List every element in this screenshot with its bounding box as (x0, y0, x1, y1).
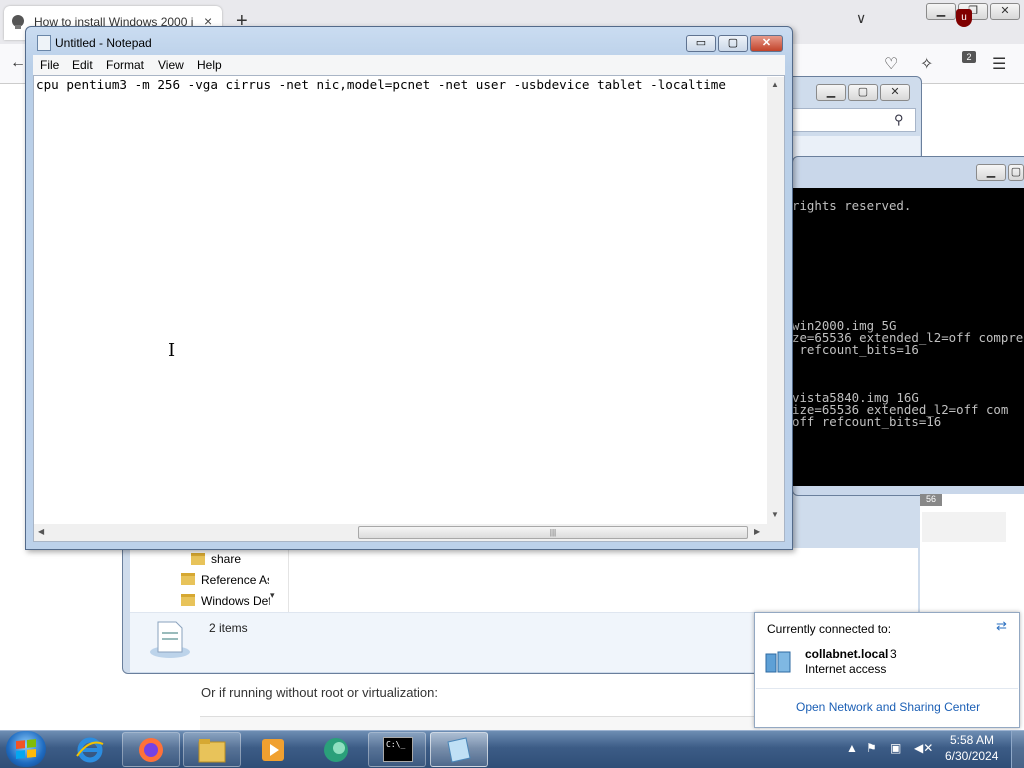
explorer-close-button[interactable]: ✕ (880, 84, 910, 101)
list-all-tabs-button[interactable]: ∨ (856, 10, 866, 27)
clock-date[interactable]: 6/30/2024 (945, 749, 998, 763)
command-prompt-icon: C:\_ (383, 737, 413, 762)
menu-edit[interactable]: Edit (72, 58, 93, 72)
page-tag: 56 (920, 494, 942, 506)
windows-logo-icon (16, 738, 36, 760)
page-paragraph: Or if running without root or virtualiza… (201, 685, 438, 700)
connection-header: Currently connected to: (767, 622, 892, 636)
scrollbar-corner (767, 524, 784, 541)
network-name: collabnet.local (805, 647, 889, 661)
notepad-icon (447, 737, 471, 763)
console-output: rights reserved. win2000.img 5G ze=65536… (792, 188, 1024, 486)
network-tray-icon[interactable]: ▣ (890, 741, 901, 755)
folder-icon (181, 594, 195, 606)
editor-text[interactable]: cpu pentium3 -m 256 -vga cirrus -net nic… (36, 77, 764, 92)
folder-icon (181, 573, 195, 585)
back-arrow-icon[interactable]: ← (10, 54, 26, 72)
pocket-icon[interactable]: ♡ (884, 54, 898, 74)
media-player-icon (262, 739, 284, 761)
internet-explorer-icon (76, 737, 104, 763)
explorer-content-pane (288, 548, 918, 612)
menu-help[interactable]: Help (197, 58, 222, 72)
menu-file[interactable]: File (40, 58, 59, 72)
scroll-left-icon[interactable]: ◀ (38, 527, 44, 536)
console-minimize-button[interactable]: ▁ (976, 164, 1006, 181)
network-number: 3 (890, 647, 897, 661)
clock-time[interactable]: 5:58 AM (950, 733, 994, 747)
minimize-button[interactable]: ▭ (686, 35, 716, 52)
console-line: refcount_bits=16 (792, 342, 919, 357)
console-line: rights reserved. (792, 198, 912, 213)
folder-icon (191, 553, 205, 565)
menu-format[interactable]: Format (106, 58, 144, 72)
text-cursor-icon: I (168, 340, 176, 361)
scroll-down-icon[interactable]: ▼ (771, 510, 779, 519)
document-icon (150, 621, 190, 658)
explorer-maximize-button[interactable]: ▢ (848, 84, 878, 101)
menu-bar (33, 55, 785, 75)
item-count: 2 items (209, 621, 248, 635)
explorer-minimize-button[interactable]: ▁ (816, 84, 846, 101)
browser-close-button[interactable]: ✕ (990, 3, 1020, 20)
console-maximize-button[interactable]: ▢ (1008, 164, 1024, 181)
scroll-down-icon[interactable]: ▾ (270, 590, 275, 601)
volume-muted-icon[interactable]: ◀✕ (914, 741, 933, 755)
page-sidebar-box (922, 512, 1006, 542)
globe-icon (324, 738, 348, 762)
tab-favicon-icon (12, 15, 24, 29)
close-button[interactable]: ✕ (750, 35, 783, 52)
folder-item-share[interactable]: share (211, 552, 271, 566)
network-status: Internet access (805, 662, 887, 676)
page-code-block (200, 716, 760, 730)
extensions-icon[interactable]: ✧ (920, 54, 933, 74)
horizontal-scroll-thumb[interactable]: ||| (358, 526, 748, 539)
scroll-up-icon[interactable]: ▲ (771, 80, 779, 89)
search-icon[interactable]: ⚲ (894, 112, 904, 128)
ublock-count-badge: 2 (962, 51, 976, 63)
scroll-right-icon[interactable]: ▶ (754, 527, 760, 536)
text-editor[interactable] (33, 75, 785, 542)
maximize-button[interactable]: ▢ (718, 35, 748, 52)
folder-icon (198, 739, 226, 763)
firefox-icon (139, 738, 163, 762)
folder-item-reference[interactable]: Reference As (201, 573, 269, 587)
menu-view[interactable]: View (158, 58, 184, 72)
divider (756, 688, 1018, 689)
show-hidden-icons[interactable]: ▲ (846, 741, 858, 755)
folder-item-windows-defender[interactable]: Windows Def (201, 594, 270, 608)
open-network-center-link[interactable]: Open Network and Sharing Center (796, 700, 980, 714)
console-line: off refcount_bits=16 (792, 414, 942, 429)
vertical-scrollbar[interactable]: ▲ ▼ (767, 77, 784, 524)
show-desktop-button[interactable] (1011, 731, 1024, 768)
app-menu-icon[interactable]: ☰ (992, 54, 1006, 74)
browser-minimize-button[interactable]: ▁ (926, 3, 956, 20)
ublock-shield-icon[interactable]: u (956, 9, 972, 27)
notepad-icon[interactable] (37, 35, 51, 51)
network-icon (765, 651, 791, 673)
window-title: Untitled - Notepad (55, 36, 152, 50)
action-center-flag-icon[interactable]: ⚑ (866, 741, 877, 755)
refresh-icon[interactable]: ⇄ (996, 618, 1007, 634)
